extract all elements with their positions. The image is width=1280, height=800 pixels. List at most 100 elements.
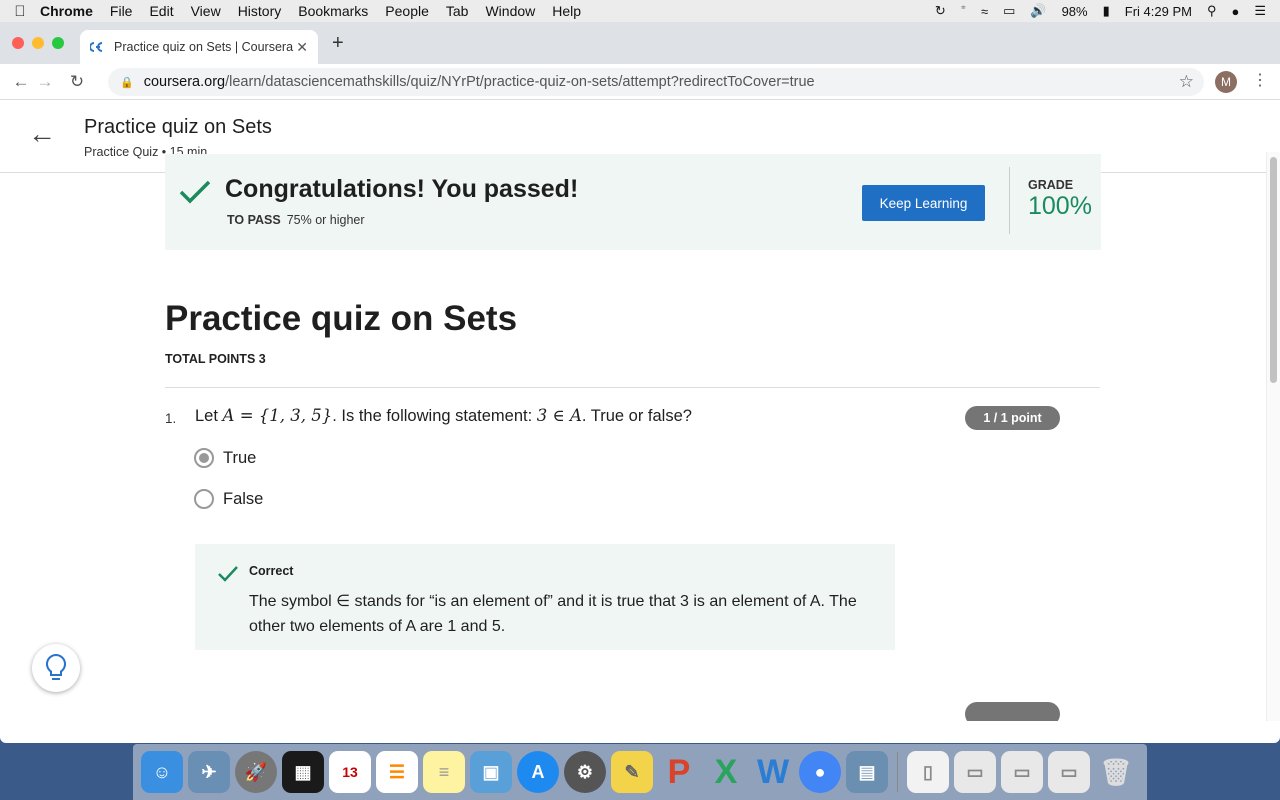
system-preferences-icon[interactable]: ⚙: [564, 751, 606, 793]
wifi-icon[interactable]: ≈: [981, 4, 988, 19]
tab-strip: Practice quiz on Sets | Coursera ✕ +: [0, 22, 1280, 64]
documents-folder-icon[interactable]: ▯: [907, 751, 949, 793]
menu-chrome[interactable]: Chrome: [40, 3, 93, 19]
word-window-thumbnail-icon[interactable]: ▭: [1001, 751, 1043, 793]
question-math-set: A = {1, 3, 5}: [222, 406, 333, 425]
lightbulb-icon[interactable]: [32, 644, 80, 692]
trash-icon[interactable]: 🗑: [1095, 751, 1137, 793]
preview-icon[interactable]: ▣: [470, 751, 512, 793]
apple-icon[interactable]: : [0, 3, 40, 20]
grade-label: GRADE: [1028, 178, 1074, 192]
bluetooth-icon[interactable]: ᙿ: [961, 3, 966, 19]
macos-menubar:  Chrome File Edit View History Bookmark…: [0, 0, 1280, 22]
macos-dock: ☺ ✈ 🚀 ▦ 13 ☰ ≡ ▣ A ⚙ ✎ P X W ● ▤ ▯ ▭ ▭ ▭…: [133, 744, 1147, 800]
battery-percent[interactable]: 98%: [1062, 4, 1088, 19]
radio-unselected[interactable]: [194, 489, 214, 509]
chrome-icon[interactable]: ●: [799, 751, 841, 793]
menu-history[interactable]: History: [238, 3, 282, 19]
notification-center-icon[interactable]: ☰: [1254, 3, 1266, 19]
feedback-text: The symbol ∈ stands for “is an element o…: [249, 593, 857, 635]
to-pass-value: 75% or higher: [286, 213, 365, 227]
lock-icon[interactable]: 🔒: [120, 76, 134, 89]
main-content: Congratulations! You passed! TO PASS 75% …: [0, 152, 1266, 721]
time-machine-icon[interactable]: ↻: [935, 3, 946, 19]
minimize-window-button[interactable]: [32, 37, 44, 49]
chrome-window-thumbnail-icon[interactable]: ▭: [1048, 751, 1090, 793]
activity-monitor-icon[interactable]: ▦: [282, 751, 324, 793]
window-controls: [12, 37, 64, 49]
calendar-icon[interactable]: 13: [329, 751, 371, 793]
address-bar[interactable]: 🔒 coursera.org/learn/datasciencemathskil…: [108, 68, 1204, 96]
siri-icon[interactable]: ●: [1231, 4, 1239, 19]
correct-check-icon: [218, 566, 238, 582]
back-nav-icon[interactable]: ←: [10, 72, 32, 92]
menu-bookmarks[interactable]: Bookmarks: [298, 3, 368, 19]
app-store-icon[interactable]: A: [517, 751, 559, 793]
question-text-after: . True or false?: [581, 407, 692, 425]
banner-divider: [1009, 167, 1010, 234]
tab-title: Practice quiz on Sets | Coursera: [114, 40, 294, 54]
spotlight-search-icon[interactable]: ⚲: [1207, 3, 1217, 19]
option-false[interactable]: False: [194, 489, 263, 509]
reminders-icon[interactable]: ☰: [376, 751, 418, 793]
question-text-before: Let: [195, 407, 218, 425]
stickies-icon[interactable]: ✎: [611, 751, 653, 793]
grade-value: 100%: [1028, 192, 1092, 220]
notes-icon[interactable]: ≡: [423, 751, 465, 793]
menu-tab[interactable]: Tab: [446, 3, 469, 19]
menu-window[interactable]: Window: [485, 3, 535, 19]
menu-edit[interactable]: Edit: [149, 3, 173, 19]
dock-separator: [897, 752, 898, 792]
page-scrollbar[interactable]: [1266, 152, 1280, 721]
option-label: True: [223, 448, 257, 467]
battery-icon[interactable]: ▮: [1103, 3, 1110, 19]
status-area: ↻ ᙿ ≈ ▭ 🔊 98% ▮ Fri 4:29 PM ⚲ ● ☰: [935, 3, 1280, 19]
zoom-window-button[interactable]: [52, 37, 64, 49]
url-host: coursera.org: [143, 74, 226, 90]
launchpad-icon[interactable]: 🚀: [235, 751, 277, 793]
reload-icon[interactable]: ↻: [66, 72, 88, 92]
points-badge: 1 / 1 point: [965, 406, 1060, 430]
question-math-statement: 3 ∈ A: [536, 406, 582, 425]
close-tab-icon[interactable]: ✕: [296, 39, 308, 56]
window-thumbnail-icon[interactable]: ▭: [954, 751, 996, 793]
clock[interactable]: Fri 4:29 PM: [1125, 4, 1192, 19]
scrollbar-thumb[interactable]: [1270, 157, 1277, 383]
url-path: /learn/datasciencemathskills/quiz/NYrPt/…: [225, 74, 815, 90]
volume-icon[interactable]: 🔊: [1030, 3, 1046, 19]
keep-learning-button[interactable]: Keep Learning: [862, 185, 985, 221]
next-points-badge: [965, 702, 1060, 721]
menu-people[interactable]: People: [385, 3, 429, 19]
total-points: TOTAL POINTS 3: [165, 352, 266, 366]
menu-view[interactable]: View: [191, 3, 221, 19]
to-pass-label: TO PASS: [227, 213, 281, 227]
browser-toolbar: ← → ↻ 🔒 coursera.org/learn/datasciencema…: [0, 64, 1280, 100]
menu-help[interactable]: Help: [552, 3, 581, 19]
new-tab-icon[interactable]: +: [332, 32, 344, 55]
close-window-button[interactable]: [12, 37, 24, 49]
powerpoint-icon[interactable]: P: [658, 751, 700, 793]
image-capture-icon[interactable]: ▤: [846, 751, 888, 793]
word-icon[interactable]: W: [752, 751, 794, 793]
to-pass-line: TO PASS 75% or higher: [227, 213, 365, 227]
forward-nav-icon[interactable]: →: [34, 72, 56, 92]
header-title: Practice quiz on Sets: [84, 116, 272, 138]
menu-file[interactable]: File: [110, 3, 133, 19]
excel-icon[interactable]: X: [705, 751, 747, 793]
bookmark-star-icon[interactable]: ☆: [1179, 72, 1194, 92]
active-tab[interactable]: Practice quiz on Sets | Coursera ✕: [80, 30, 318, 64]
network-radar-icon[interactable]: ✈: [188, 751, 230, 793]
airplay-icon[interactable]: ▭: [1003, 3, 1015, 19]
result-title: Congratulations! You passed!: [225, 175, 579, 203]
question-text-mid: . Is the following statement:: [332, 407, 533, 425]
finder-icon[interactable]: ☺: [141, 751, 183, 793]
coursera-favicon-icon: [90, 42, 103, 52]
back-arrow-icon[interactable]: ←: [28, 118, 56, 150]
question-text: Let A = {1, 3, 5}. Is the following stat…: [195, 406, 692, 426]
radio-selected[interactable]: [194, 448, 214, 468]
browser-menu-icon[interactable]: ⋮: [1252, 70, 1268, 90]
pass-check-icon: [179, 180, 211, 204]
profile-avatar[interactable]: M: [1215, 71, 1237, 93]
option-true[interactable]: True: [194, 448, 256, 468]
quiz-title: Practice quiz on Sets: [165, 299, 518, 338]
